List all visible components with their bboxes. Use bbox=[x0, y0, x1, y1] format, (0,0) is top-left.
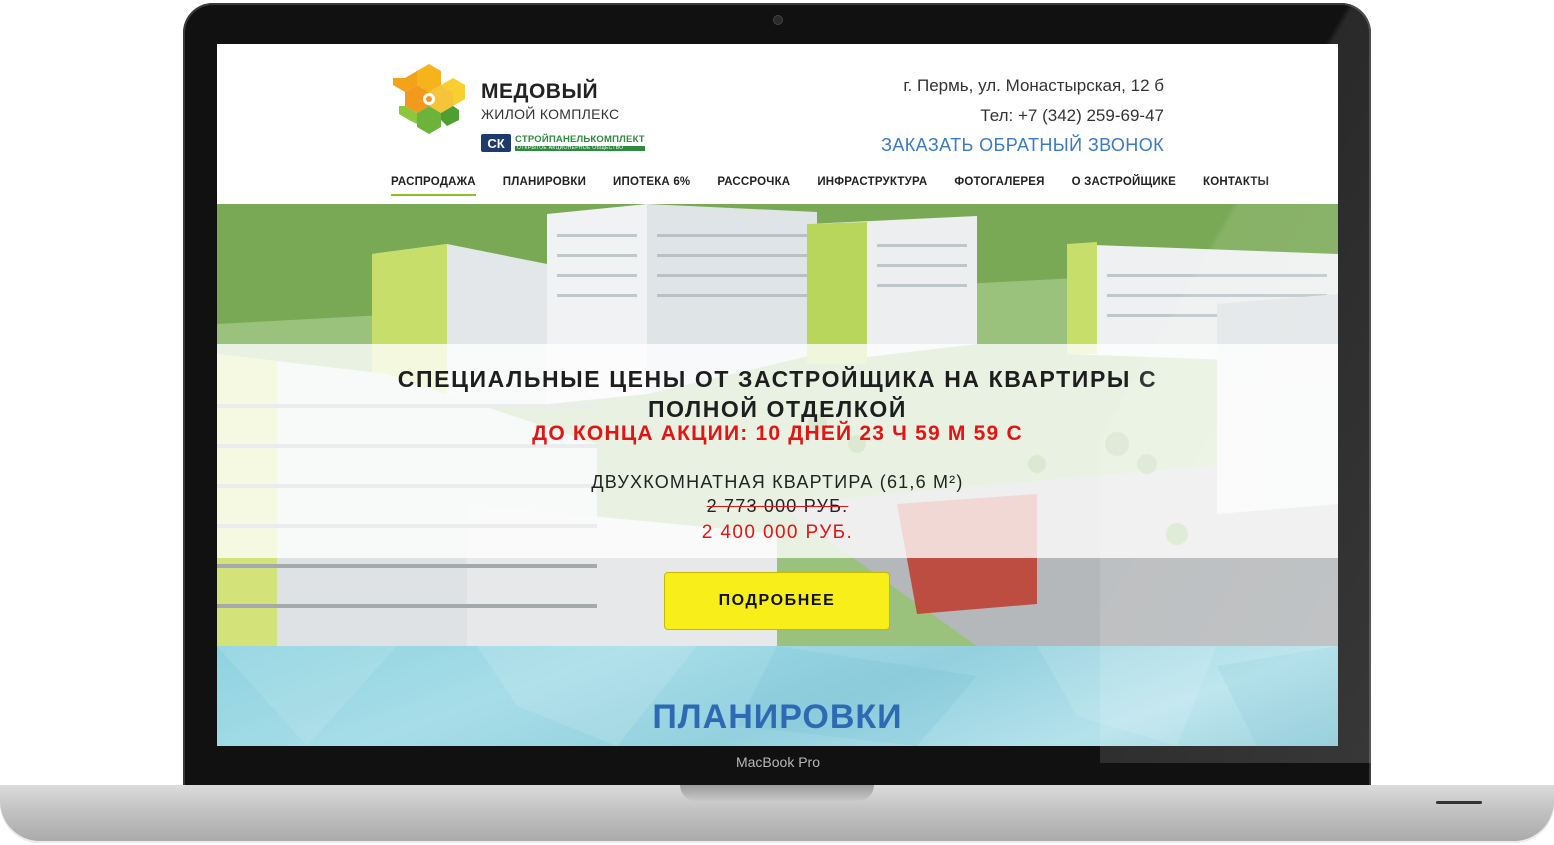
laptop-notch bbox=[680, 785, 874, 801]
nav-item-sale[interactable]: РАСПРОДАЖА bbox=[391, 176, 476, 196]
developer-name: СТРОЙПАНЕЛЬКОМПЛЕКТ bbox=[515, 134, 645, 146]
nav-item-infrastructure[interactable]: ИНФРАСТРУКТУРА bbox=[817, 176, 927, 196]
brand-subtitle: ЖИЛОЙ КОМПЛЕКС bbox=[481, 106, 620, 122]
nav-item-installment[interactable]: РАССРОЧКА bbox=[717, 176, 790, 196]
developer-logo[interactable]: СК СТРОЙПАНЕЛЬКОМПЛЕКТ ОТКРЫТОЕ АКЦИОНЕР… bbox=[481, 132, 645, 154]
laptop-slot bbox=[1436, 801, 1482, 804]
nav-item-contacts[interactable]: КОНТАКТЫ bbox=[1203, 176, 1269, 196]
nav-item-developer[interactable]: О ЗАСТРОЙЩИКЕ bbox=[1072, 176, 1176, 196]
phone-number[interactable]: Тел: +7 (342) 259-69-47 bbox=[980, 106, 1164, 126]
callback-link[interactable]: ЗАКАЗАТЬ ОБРАТНЫЙ ЗВОНОК bbox=[881, 135, 1164, 156]
developer-subtitle: ОТКРЫТОЕ АКЦИОНЕРНОЕ ОБЩЕСТВО bbox=[515, 145, 645, 151]
brand-name: МЕДОВЫЙ bbox=[481, 80, 599, 103]
plans-section: ПЛАНИРОВКИ bbox=[217, 646, 1338, 746]
screen: МЕДОВЫЙ ЖИЛОЙ КОМПЛЕКС СК СТРОЙПАНЕЛЬКОМ… bbox=[217, 44, 1338, 746]
promo-title: СПЕЦИАЛЬНЫЕ ЦЕНЫ ОТ ЗАСТРОЙЩИКА НА КВАРТ… bbox=[217, 364, 1338, 424]
nav-item-plans[interactable]: ПЛАНИРОВКИ bbox=[503, 176, 586, 196]
old-price: 2 773 000 РУБ. bbox=[706, 496, 849, 516]
honeycomb-logo-icon[interactable] bbox=[391, 62, 467, 134]
countdown-timer: ДО КОНЦА АКЦИИ: 10 ДНЕЙ 23 Ч 59 М 59 С bbox=[532, 422, 1023, 445]
promo-title-line1: СПЕЦИАЛЬНЫЕ ЦЕНЫ ОТ ЗАСТРОЙЩИКА НА КВАРТ… bbox=[397, 366, 1158, 392]
new-price: 2 400 000 РУБ. bbox=[701, 522, 854, 543]
apartment-title: ДВУХКОМНАТНАЯ КВАРТИРА (61,6 М²) bbox=[591, 472, 964, 492]
device-label: MacBook Pro bbox=[735, 754, 821, 770]
details-button[interactable]: ПОДРОБНЕЕ bbox=[664, 572, 890, 630]
hero-banner: СПЕЦИАЛЬНЫЕ ЦЕНЫ ОТ ЗАСТРОЙЩИКА НА КВАРТ… bbox=[217, 204, 1338, 646]
promo-title-line2: ПОЛНОЙ ОТДЕЛКОЙ bbox=[647, 396, 908, 422]
nav-item-mortgage[interactable]: ИПОТЕКА 6% bbox=[613, 176, 690, 196]
main-nav: РАСПРОДАЖА ПЛАНИРОВКИ ИПОТЕКА 6% РАССРОЧ… bbox=[391, 176, 1296, 196]
camera-icon bbox=[774, 16, 782, 24]
developer-mark: СК bbox=[481, 134, 511, 152]
site-header: МЕДОВЫЙ ЖИЛОЙ КОМПЛЕКС СК СТРОЙПАНЕЛЬКОМ… bbox=[217, 44, 1338, 204]
nav-item-gallery[interactable]: ФОТОГАЛЕРЕЯ bbox=[954, 176, 1044, 196]
plans-title: ПЛАНИРОВКИ bbox=[652, 698, 903, 736]
address: г. Пермь, ул. Монастырская, 12 б bbox=[903, 76, 1164, 95]
